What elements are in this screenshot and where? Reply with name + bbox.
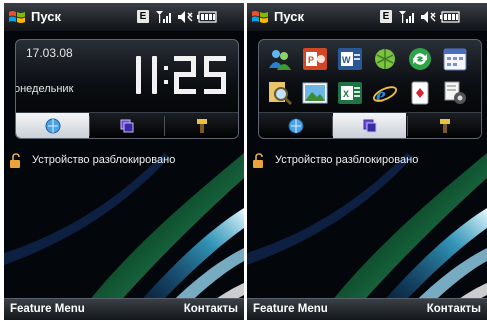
unlocked-padlock-icon[interactable] [253,153,265,169]
svg-text:e: e [376,82,386,106]
title-bar: Пуск E [247,3,487,31]
tab-settings[interactable] [165,113,238,138]
search-icon[interactable] [267,80,293,106]
calendar-icon[interactable] [442,46,468,72]
volume-icon[interactable] [419,10,437,24]
tab-clock[interactable] [16,113,89,138]
powerpoint-icon[interactable]: P [302,46,328,72]
lock-status-text[interactable]: Устройство разблокировано [275,154,418,166]
date-label[interactable]: 17.03.08 [26,46,73,60]
svg-text:P: P [308,55,314,65]
brush-icon [439,119,450,133]
unlocked-padlock-icon[interactable] [10,153,22,169]
battery-icon[interactable] [197,11,217,23]
contacts-icon[interactable] [267,46,293,72]
svg-text:W: W [342,55,351,65]
windows-start-icon[interactable] [251,8,269,26]
right-softkey[interactable]: Контакты [427,303,481,315]
weekday-label: понедельник [16,83,74,95]
right-softkey[interactable]: Контакты [184,303,238,315]
settings-icon[interactable] [442,80,468,106]
signal-strength-icon[interactable] [398,10,416,24]
internet-explorer-icon[interactable]: e [372,80,398,106]
signal-strength-icon[interactable] [155,10,173,24]
home-plugin-panel: 17.03.08 понедельник [15,39,239,139]
plugin-tabs [16,112,238,138]
brush-icon [196,119,207,133]
digital-clock[interactable] [128,54,232,96]
cards-game-icon[interactable] [407,80,433,106]
windows-stack-icon [363,119,376,133]
start-label[interactable]: Пуск [274,9,304,24]
sync-icon[interactable] [407,46,433,72]
tab-clock[interactable] [259,113,332,138]
globe-icon [288,118,303,134]
excel-icon[interactable]: X [337,80,363,106]
home-plugin-panel: P W X e [258,39,482,139]
pictures-icon[interactable] [302,80,328,106]
edge-network-badge: E [380,10,392,23]
start-label[interactable]: Пуск [31,9,61,24]
title-bar: Пуск E [4,3,244,31]
windows-stack-icon [120,119,133,133]
solitaire-leaf-icon[interactable] [372,46,398,72]
svg-text:X: X [343,89,349,99]
word-icon[interactable]: W [337,46,363,72]
phone-screen-programs: Пуск E P W X e Устройство разблокировано… [247,3,487,320]
left-softkey[interactable]: Feature Menu [253,303,328,315]
battery-icon[interactable] [440,11,460,23]
tab-settings[interactable] [408,113,481,138]
left-softkey[interactable]: Feature Menu [10,303,85,315]
globe-icon [45,118,60,134]
volume-icon[interactable] [176,10,194,24]
softkey-bar: Feature Menu Контакты [4,298,244,320]
edge-network-badge: E [137,10,149,23]
softkey-bar: Feature Menu Контакты [247,298,487,320]
tab-programs[interactable] [333,113,406,138]
phone-screen-clock: Пуск E 17.03.08 понедельник [4,3,244,320]
windows-start-icon[interactable] [8,8,26,26]
plugin-tabs [259,112,481,138]
tab-programs[interactable] [90,113,163,138]
lock-status-text[interactable]: Устройство разблокировано [32,154,175,166]
